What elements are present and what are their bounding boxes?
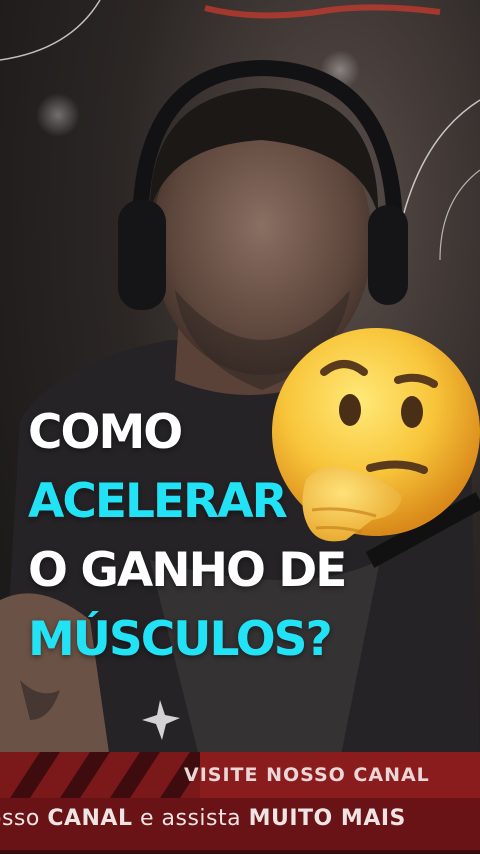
headphone-left: [118, 200, 166, 310]
ticker-text: osso CANAL e assista MUITO MAIS: [0, 806, 406, 831]
banner-top: VISITE NOSSO CANAL: [0, 752, 480, 798]
banner-stripes: [0, 752, 200, 798]
headphone-right: [368, 205, 408, 305]
ticker-strip: [0, 850, 480, 854]
channel-banner[interactable]: VISITE NOSSO CANAL osso CANAL e assista …: [0, 752, 480, 854]
ticker-part: osso: [0, 806, 40, 831]
video-frame: COMO ACELERAR O GANHO DE MÚSCULOS? VISIT…: [0, 0, 480, 854]
ticker-part-bold: CANAL: [47, 806, 133, 831]
caption-line-4: MÚSCULOS?: [28, 612, 333, 667]
banner-title: VISITE NOSSO CANAL: [184, 764, 430, 786]
ticker-part-bold: MUITO MAIS: [248, 806, 406, 831]
thinking-face-icon: [272, 328, 480, 542]
ticker-part: e assista: [139, 806, 242, 831]
banner-ticker: osso CANAL e assista MUITO MAIS: [0, 798, 480, 854]
